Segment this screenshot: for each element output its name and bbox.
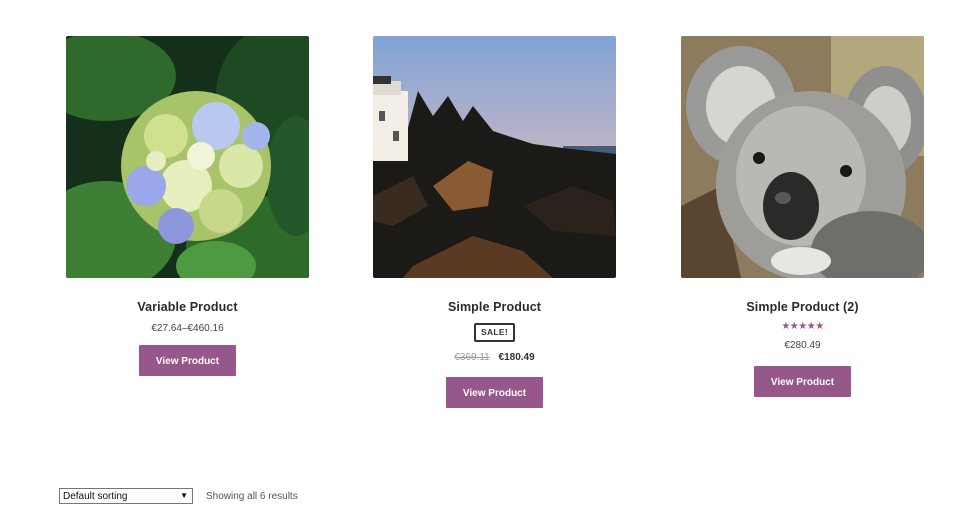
product-price: €369.11 €180.49 (373, 352, 616, 364)
product-price-range: €27.64–€460.16 (151, 323, 224, 334)
product-title[interactable]: Variable Product (66, 299, 309, 315)
sorting-select[interactable]: Default sorting ▼ (59, 488, 193, 504)
star-rating: ★★★★★ (781, 321, 824, 332)
product-image-lighthouse[interactable] (373, 36, 616, 278)
view-product-button[interactable]: View Product (754, 366, 851, 397)
shop-page: Variable Product €27.64–€460.16 View Pro… (0, 0, 980, 521)
dropdown-arrow-icon: ▼ (180, 491, 188, 500)
product-card-variable: Variable Product €27.64–€460.16 View Pro… (66, 36, 309, 376)
product-image-hydrangea[interactable] (66, 36, 309, 278)
view-product-button[interactable]: View Product (446, 377, 543, 408)
product-image-koala[interactable] (681, 36, 924, 278)
product-card-simple: Simple Product SALE! €369.11 €180.49 Vie… (373, 36, 616, 408)
old-price: €369.11 (454, 352, 490, 363)
view-product-button[interactable]: View Product (139, 345, 236, 376)
sale-price: €180.49 (498, 352, 535, 363)
result-count: Showing all 6 results (206, 491, 298, 502)
sorting-select-value: Default sorting (63, 491, 128, 502)
product-title[interactable]: Simple Product (373, 299, 616, 315)
sale-badge: SALE! (474, 323, 515, 342)
product-title[interactable]: Simple Product (2) (681, 299, 924, 315)
product-card-simple-2: Simple Product (2) ★★★★★ €280.49 View Pr… (681, 36, 924, 397)
product-price: €280.49 (784, 340, 821, 351)
